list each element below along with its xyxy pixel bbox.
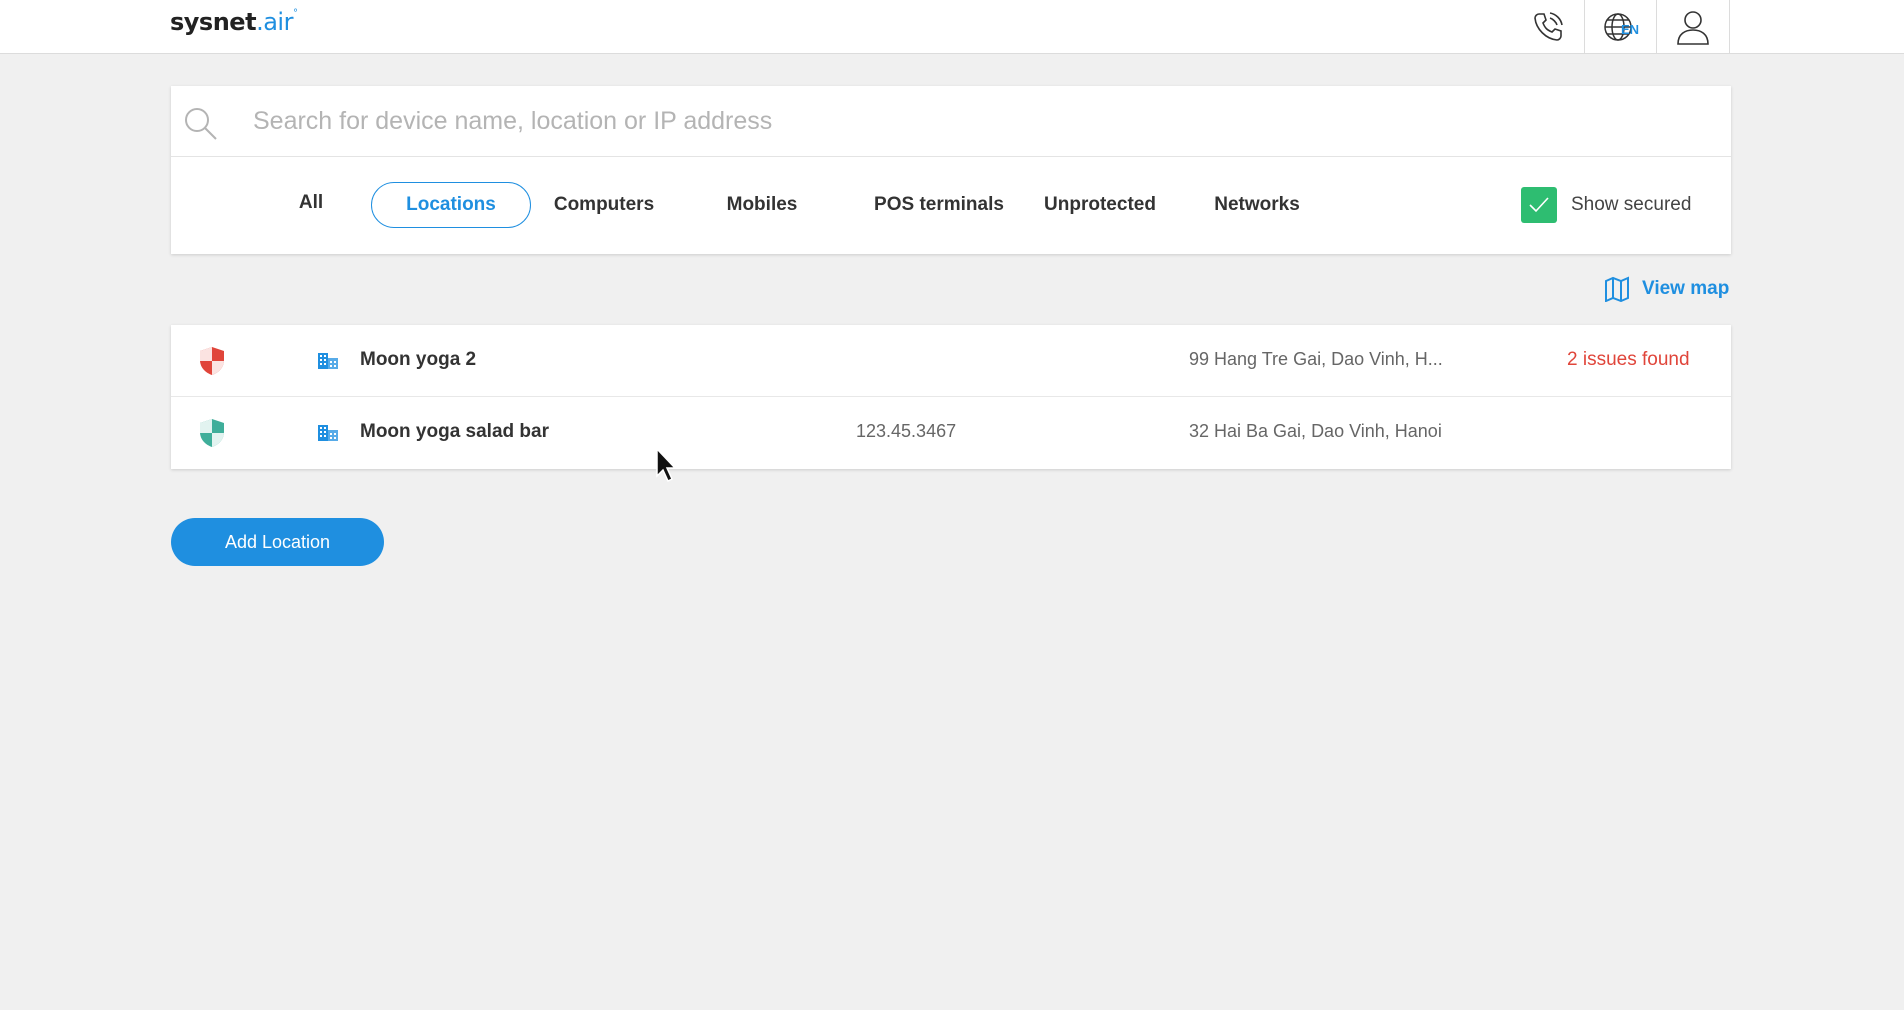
user-icon (1677, 10, 1709, 45)
search-icon (185, 108, 217, 140)
location-row[interactable]: Moon yoga salad bar 123.45.3467 32 Hai B… (171, 397, 1731, 469)
shield-warning-icon (200, 347, 224, 375)
logo-text-air: air (263, 8, 293, 36)
location-name: Moon yoga 2 (360, 349, 477, 370)
sysnet-air-logo[interactable]: sysnet.air° (170, 8, 298, 36)
tab-all[interactable]: All (271, 180, 351, 226)
location-row[interactable]: Moon yoga 2 99 Hang Tre Gai, Dao Vinh, H… (171, 325, 1731, 397)
language-button[interactable]: EN (1584, 0, 1657, 53)
map-icon (1605, 276, 1629, 302)
building-icon (318, 353, 338, 369)
show-secured-toggle[interactable]: Show secured (1521, 186, 1691, 224)
building-icon (318, 425, 338, 441)
phone-button[interactable] (1512, 0, 1584, 53)
tab-computers[interactable]: Computers (549, 182, 659, 228)
add-location-button[interactable]: Add Location (171, 518, 384, 566)
logo-text-main: sysnet (170, 8, 257, 36)
view-map-label: View map (1642, 278, 1730, 299)
tab-unprotected[interactable]: Unprotected (1033, 182, 1167, 228)
search-row (171, 86, 1731, 157)
tab-locations[interactable]: Locations (371, 182, 531, 228)
tab-pos-terminals[interactable]: POS terminals (861, 182, 1017, 228)
search-filter-panel: All Locations Computers Mobiles POS term… (171, 86, 1731, 254)
language-code: EN (1620, 22, 1640, 37)
tab-mobiles[interactable]: Mobiles (717, 182, 807, 228)
user-menu-button[interactable] (1656, 0, 1730, 53)
location-issues-status[interactable]: 2 issues found (1567, 349, 1690, 371)
phone-icon (1534, 11, 1563, 41)
logo-mark: ° (292, 8, 298, 19)
show-secured-checkbox[interactable] (1521, 187, 1557, 223)
checkmark-icon (1529, 197, 1549, 213)
view-map-link[interactable]: View map (1604, 275, 1729, 303)
search-input[interactable] (251, 100, 1693, 142)
location-ip: 123.45.3467 (856, 421, 957, 441)
shield-secure-icon (200, 419, 224, 447)
location-address: 99 Hang Tre Gai, Dao Vinh, H... (1189, 349, 1443, 369)
location-name: Moon yoga salad bar (360, 421, 549, 442)
show-secured-label: Show secured (1571, 194, 1692, 215)
mouse-cursor-icon (656, 448, 677, 483)
tab-networks[interactable]: Networks (1207, 182, 1307, 228)
location-address: 32 Hai Ba Gai, Dao Vinh, Hanoi (1189, 421, 1442, 441)
locations-list: Moon yoga 2 99 Hang Tre Gai, Dao Vinh, H… (171, 325, 1731, 469)
top-bar: sysnet.air° EN (0, 0, 1904, 54)
